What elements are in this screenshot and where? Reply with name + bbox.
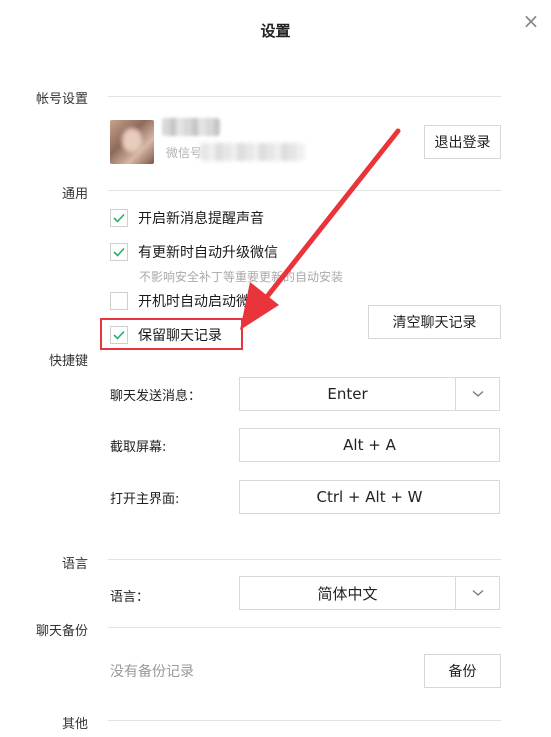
screenshot-hotkey-value: Alt + A	[343, 436, 396, 454]
section-shortcut-label: 快捷键	[48, 354, 88, 369]
send-message-label: 聊天发送消息：	[110, 389, 202, 404]
send-message-select[interactable]: Enter	[239, 377, 500, 411]
language-field-label: 语言：	[110, 590, 150, 605]
divider	[108, 559, 501, 560]
open-main-hotkey-value: Ctrl + Alt + W	[316, 488, 423, 506]
screenshot-hotkey-field[interactable]: Alt + A	[239, 428, 500, 462]
send-message-value: Enter	[327, 385, 368, 403]
divider	[108, 627, 501, 628]
backup-button[interactable]: 备份	[424, 654, 501, 688]
section-other-label: 其他	[61, 717, 88, 732]
open-main-hotkey-field[interactable]: Ctrl + Alt + W	[239, 480, 500, 514]
section-language-label: 语言	[61, 557, 88, 572]
language-value: 简体中文	[317, 584, 378, 603]
screenshot-label: 截取屏幕:	[110, 440, 167, 455]
no-backup-text: 没有备份记录	[110, 664, 194, 680]
divider	[108, 720, 501, 721]
section-backup-label: 聊天备份	[35, 624, 88, 639]
chevron-down-icon[interactable]	[455, 378, 499, 410]
language-select[interactable]: 简体中文	[239, 576, 500, 610]
open-main-label: 打开主界面:	[110, 492, 180, 507]
chevron-down-icon[interactable]	[455, 577, 499, 609]
